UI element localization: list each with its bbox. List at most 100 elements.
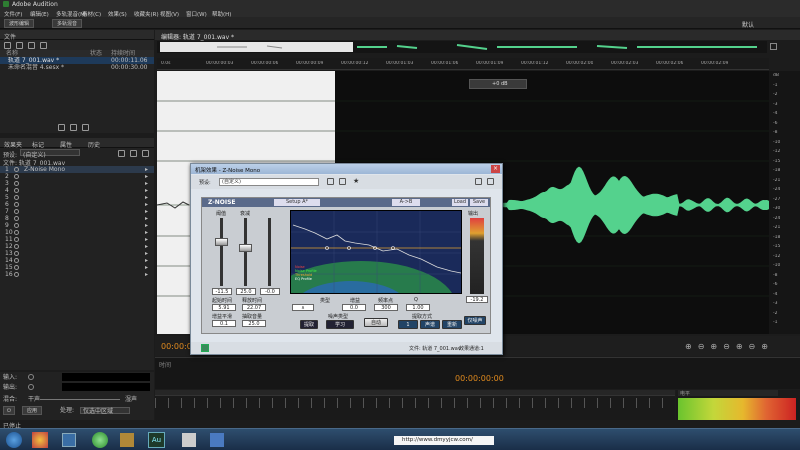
start-button-icon[interactable]	[6, 432, 22, 448]
effect-slot[interactable]: 4 ▸	[0, 187, 154, 194]
effect-slot[interactable]: 5 ▸	[0, 194, 154, 201]
slot-menu-arrow-icon[interactable]: ▸	[145, 257, 148, 264]
effect-slot[interactable]: 7 ▸	[0, 208, 154, 215]
browser-icon[interactable]	[32, 432, 48, 448]
open-file-icon[interactable]	[4, 42, 11, 49]
slot-menu-arrow-icon[interactable]: ▸	[145, 271, 148, 278]
audition-taskbar-icon[interactable]: Au	[148, 432, 165, 448]
effect-slot[interactable]: 2 ▸	[0, 173, 154, 180]
slot-menu-arrow-icon[interactable]: ▸	[145, 187, 148, 194]
slot-power-icon[interactable]	[14, 195, 19, 200]
waveform-mode-button[interactable]: 波形编辑	[4, 19, 35, 28]
slot-power-icon[interactable]	[14, 174, 19, 179]
timeline-ruler[interactable]: 0.0s 00:00:00:03 00:00:00:06 00:00:00:09 00:…	[157, 58, 769, 70]
slot-power-icon[interactable]	[14, 258, 19, 263]
mode-button[interactable]: 重新	[442, 320, 462, 329]
new-file-icon[interactable]	[27, 42, 35, 49]
band-type-select[interactable]: ∧	[292, 304, 314, 311]
slot-menu-arrow-icon[interactable]: ▸	[145, 208, 148, 215]
hud-volume[interactable]: +0 dB	[469, 79, 527, 89]
plugin-icon[interactable]	[475, 178, 482, 185]
slot-power-icon[interactable]	[14, 167, 19, 172]
app-icon[interactable]	[210, 433, 224, 447]
attack-value[interactable]: 5.91	[212, 304, 236, 311]
slot-power-icon[interactable]	[14, 188, 19, 193]
slot-menu-arrow-icon[interactable]: ▸	[145, 215, 148, 222]
auto-button[interactable]: 自动	[364, 318, 388, 327]
slot-menu-arrow-icon[interactable]: ▸	[145, 166, 148, 173]
rack-preset-select[interactable]: (自定义)	[20, 149, 80, 159]
slot-menu-arrow-icon[interactable]: ▸	[145, 236, 148, 243]
slot-menu-arrow-icon[interactable]: ▸	[145, 194, 148, 201]
extract-button[interactable]: 提取	[300, 320, 318, 329]
slot-menu-arrow-icon[interactable]: ▸	[145, 201, 148, 208]
output-knob-icon[interactable]	[28, 384, 34, 390]
gain-value[interactable]: -0.0	[260, 288, 280, 295]
editor-tab[interactable]: 编辑器: 轨道 7_001.wav *	[161, 32, 234, 41]
slot-power-icon[interactable]	[14, 244, 19, 249]
effect-slot[interactable]: 6 ▸	[0, 201, 154, 208]
slot-menu-arrow-icon[interactable]: ▸	[145, 250, 148, 257]
url-box[interactable]: http://www.dmyyjcw.com/	[394, 436, 494, 445]
band-freq-value[interactable]: 300	[374, 304, 398, 311]
slot-menu-arrow-icon[interactable]: ▸	[145, 180, 148, 187]
favorite-star-icon[interactable]: ★	[353, 177, 359, 185]
effect-slot[interactable]: 13 ▸	[0, 250, 154, 257]
ab-compare-button[interactable]: A->B	[392, 199, 420, 206]
slot-power-icon[interactable]	[14, 265, 19, 270]
folder-icon[interactable]	[120, 433, 134, 447]
mix-slider[interactable]	[40, 399, 120, 400]
effect-slot[interactable]: 12 ▸	[0, 243, 154, 250]
slot-power-icon[interactable]	[14, 272, 19, 277]
effect-slot[interactable]: 14 ▸	[0, 257, 154, 264]
reduction-slider[interactable]	[239, 218, 252, 286]
import-icon[interactable]	[15, 42, 23, 49]
effect-slot[interactable]: 8 ▸	[0, 215, 154, 222]
slot-power-icon[interactable]	[14, 223, 19, 228]
slot-menu-arrow-icon[interactable]: ▸	[145, 243, 148, 250]
zoom-full-icon[interactable]	[770, 43, 777, 50]
power-toggle-icon[interactable]	[201, 344, 209, 352]
loop-icon[interactable]	[69, 124, 77, 131]
file-explorer-icon[interactable]	[62, 433, 76, 447]
threshold-slider[interactable]	[215, 218, 228, 286]
apply-button[interactable]: 应用	[22, 406, 43, 415]
multitrack-mode-button[interactable]: 多轨混音	[52, 19, 83, 28]
smooth-value[interactable]: 0.1	[212, 320, 236, 327]
band-q-value[interactable]: 1.00	[406, 304, 430, 311]
setup-selector[interactable]: Setup A*	[274, 199, 320, 206]
slot-menu-arrow-icon[interactable]: ▸	[145, 229, 148, 236]
threshold-value[interactable]: -11.5	[212, 288, 232, 295]
autoplay-icon[interactable]	[81, 124, 89, 131]
slot-menu-arrow-icon[interactable]: ▸	[145, 173, 148, 180]
effect-slot[interactable]: 3 ▸	[0, 180, 154, 187]
release-value[interactable]: 22.07	[242, 304, 266, 311]
save-button[interactable]: Save	[470, 199, 488, 206]
effect-slot[interactable]: 9 ▸	[0, 222, 154, 229]
power-icon[interactable]: ⏻	[3, 406, 15, 415]
effect-slot[interactable]: 16 ▸	[0, 271, 154, 278]
slot-power-icon[interactable]	[14, 251, 19, 256]
slot-power-icon[interactable]	[14, 181, 19, 186]
save-preset-icon[interactable]	[118, 150, 125, 157]
slot-menu-arrow-icon[interactable]: ▸	[145, 264, 148, 271]
delete-preset-icon[interactable]	[339, 178, 346, 185]
close-icon[interactable]: ×	[491, 165, 500, 173]
slot-power-icon[interactable]	[14, 237, 19, 242]
delete-icon[interactable]	[39, 42, 47, 49]
file-row[interactable]: 轨道 7_001.wav * 00:00:11.06	[0, 57, 154, 64]
play-icon[interactable]	[58, 124, 65, 131]
dialog-preset-select[interactable]: (自定义)	[219, 178, 319, 186]
mode-button[interactable]: 声谱	[420, 320, 440, 329]
reduction-value[interactable]: 25.0	[236, 288, 256, 295]
media-player-icon[interactable]	[92, 432, 108, 448]
load-button[interactable]: Load	[452, 199, 468, 206]
noise-profile-plot[interactable]: Noise Noise Profile Threshold EQ Profile	[290, 210, 462, 294]
slot-power-icon[interactable]	[14, 216, 19, 221]
effect-slot[interactable]: 10 ▸	[0, 229, 154, 236]
favorite-icon[interactable]	[142, 150, 149, 157]
delete-preset-icon[interactable]	[130, 150, 137, 157]
slot-power-icon[interactable]	[14, 209, 19, 214]
power-icon[interactable]	[487, 178, 494, 185]
extract-volume-value[interactable]: 25.0	[242, 320, 266, 327]
